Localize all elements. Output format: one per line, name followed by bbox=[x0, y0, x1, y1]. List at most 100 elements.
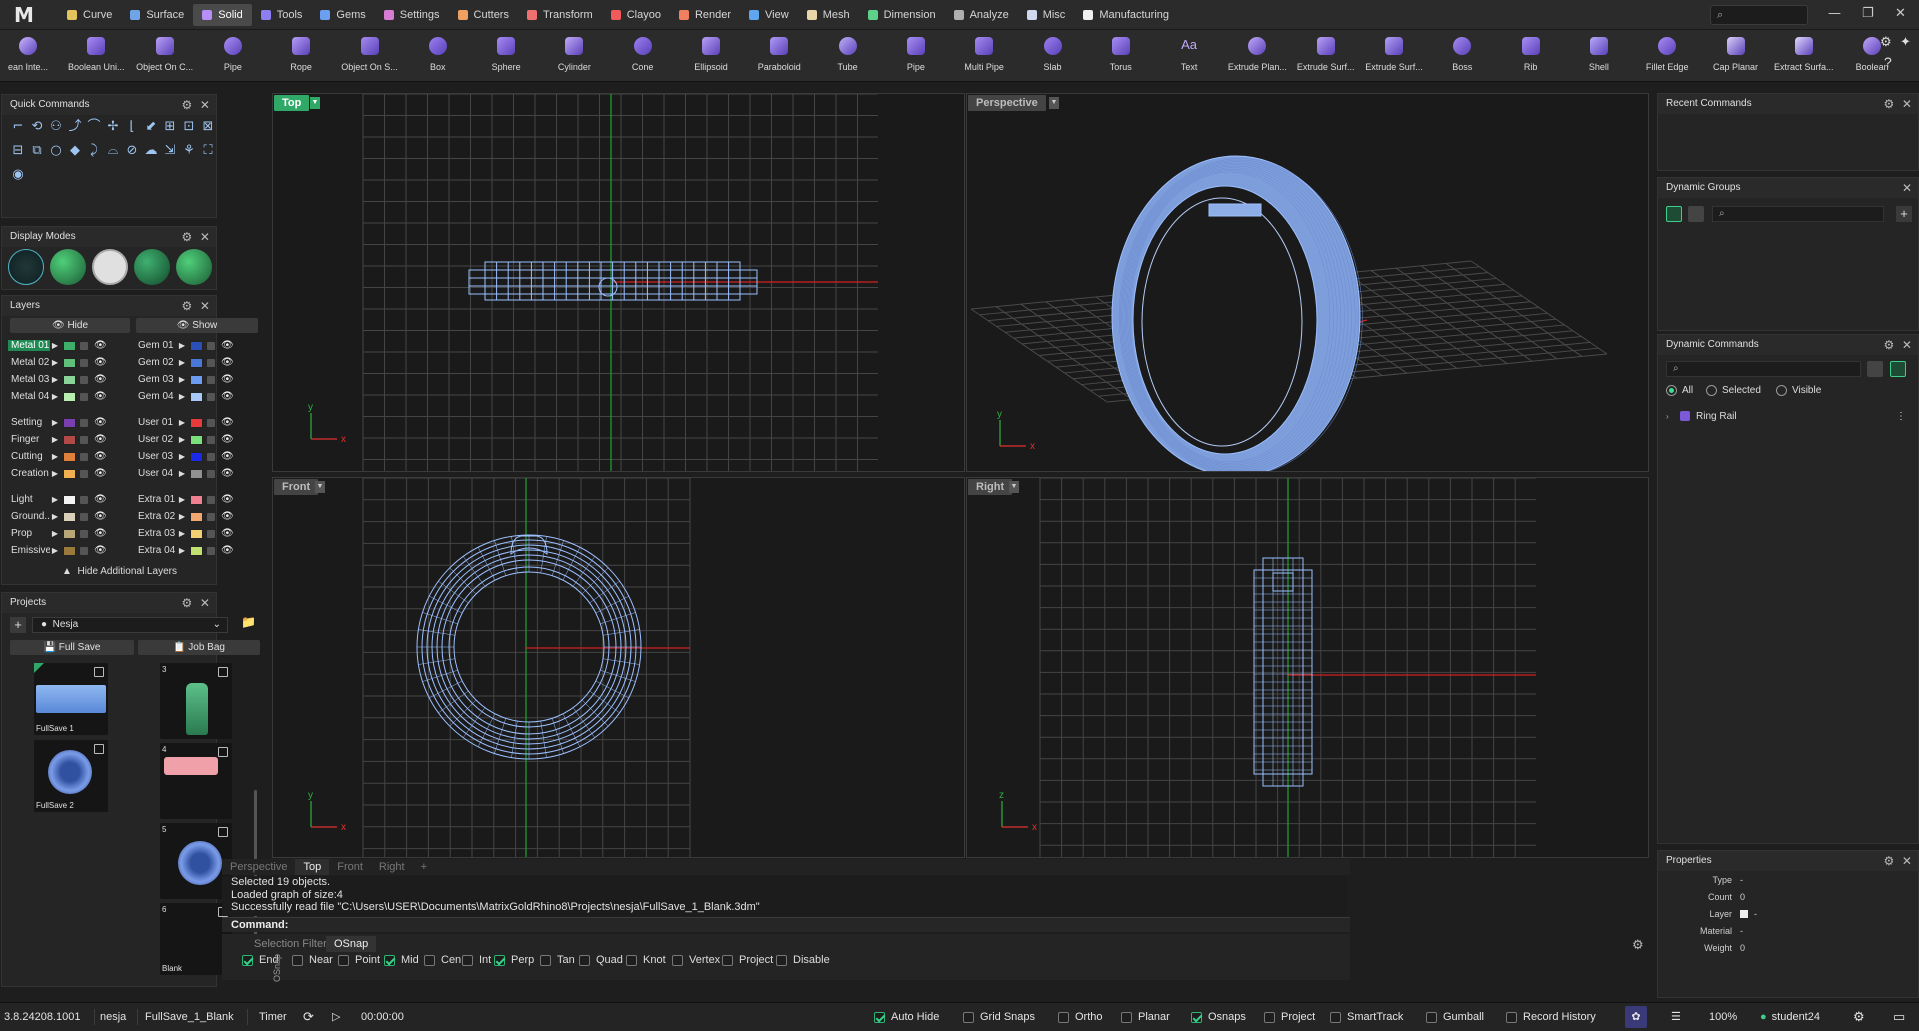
panel-controls[interactable]: ⚙ ✕ bbox=[182, 95, 210, 115]
tool-sphere[interactable]: Sphere bbox=[472, 33, 540, 81]
more-icon[interactable]: ⋮ bbox=[1896, 411, 1906, 422]
osnap-perp[interactable]: Perp bbox=[494, 954, 534, 966]
lock-icon[interactable] bbox=[80, 529, 88, 538]
layer-color[interactable] bbox=[190, 417, 203, 428]
tool-shell[interactable]: Shell bbox=[1565, 33, 1633, 81]
toggle-gumball[interactable]: Gumball bbox=[1426, 1003, 1484, 1031]
project-thumbnail[interactable]: FullSave 2 bbox=[34, 740, 108, 812]
scale-icon[interactable]: ⬋ bbox=[143, 119, 159, 135]
checkbox[interactable] bbox=[462, 954, 473, 966]
layer-color[interactable] bbox=[63, 434, 76, 445]
osnap-point[interactable]: Point bbox=[338, 954, 380, 966]
radio-button[interactable] bbox=[1706, 385, 1717, 396]
tool-pipe[interactable]: Pipe bbox=[199, 33, 267, 81]
project-thumbnail[interactable]: 3 bbox=[160, 663, 232, 739]
viewport-perspective[interactable]: xy Perspective ▼ bbox=[966, 93, 1649, 472]
play-icon[interactable]: ▶ bbox=[177, 392, 187, 401]
tool-text[interactable]: Aa Text bbox=[1155, 33, 1223, 81]
osnap-knot[interactable]: Knot bbox=[626, 954, 666, 966]
copy-icon[interactable]: ⧉ bbox=[29, 143, 45, 159]
add-group-icon[interactable]: + bbox=[1896, 206, 1912, 222]
lock-icon[interactable] bbox=[207, 546, 215, 555]
shaded-mode-icon[interactable] bbox=[50, 249, 86, 285]
radio-button[interactable] bbox=[1776, 385, 1787, 396]
rotate-icon[interactable]: ⟲ bbox=[29, 119, 45, 135]
filter-all[interactable]: All bbox=[1666, 385, 1693, 396]
search-input[interactable]: ⌕ bbox=[1710, 5, 1808, 25]
lock-icon[interactable] bbox=[80, 418, 88, 427]
job-bag-button[interactable]: 📋 Job Bag bbox=[138, 640, 260, 655]
play-icon[interactable]: ▶ bbox=[177, 546, 187, 555]
layer-row[interactable]: Finger ▶ 👁 bbox=[8, 432, 107, 447]
arc-icon[interactable]: ⌒ bbox=[86, 119, 102, 135]
lock-icon[interactable] bbox=[80, 392, 88, 401]
plugin-icon[interactable]: ✿ bbox=[1625, 1006, 1647, 1028]
layer-name[interactable]: Metal 03 bbox=[8, 374, 50, 385]
layer-name[interactable]: Light bbox=[8, 494, 50, 505]
tab-right[interactable]: Right bbox=[371, 859, 413, 875]
bouquet-icon[interactable]: ⚘ bbox=[181, 143, 197, 159]
eye-icon[interactable]: 👁 bbox=[94, 511, 107, 522]
checkbox[interactable] bbox=[874, 1011, 885, 1023]
layer-name[interactable]: Gem 01 bbox=[135, 340, 177, 351]
play-icon[interactable]: ▶ bbox=[50, 512, 60, 521]
eye-icon[interactable]: 👁 bbox=[221, 434, 234, 445]
tool-extrude-surface[interactable]: Extrude Surf... bbox=[1360, 33, 1428, 81]
layer-color[interactable] bbox=[190, 434, 203, 445]
save-icon[interactable] bbox=[218, 667, 228, 677]
show-layers-button[interactable]: 👁 Show bbox=[136, 318, 258, 333]
minimize-button[interactable]: — bbox=[1828, 6, 1841, 21]
lock-icon[interactable] bbox=[207, 512, 215, 521]
menu-misc[interactable]: Misc bbox=[1018, 4, 1075, 26]
radio-button[interactable] bbox=[1666, 385, 1677, 396]
close-button[interactable]: ✕ bbox=[1895, 6, 1906, 21]
menu-gems[interactable]: Gems bbox=[311, 4, 374, 26]
layer-row[interactable]: Gem 04 ▶ 👁 bbox=[135, 389, 234, 404]
layer-row[interactable]: Extra 02 ▶ 👁 bbox=[135, 509, 234, 524]
eye-icon[interactable]: 👁 bbox=[221, 511, 234, 522]
tool-ellipsoid[interactable]: Ellipsoid bbox=[677, 33, 745, 81]
viewport-front[interactable]: xy Front ▼ bbox=[272, 477, 965, 858]
layer-name[interactable]: Creation bbox=[8, 468, 50, 479]
play-icon[interactable]: ▶ bbox=[50, 392, 60, 401]
panel-controls[interactable]: ⚙ ✕ bbox=[182, 593, 210, 613]
menu-solid[interactable]: Solid bbox=[193, 4, 252, 26]
checkbox[interactable] bbox=[626, 954, 637, 966]
list-item[interactable]: › Ring Rail ⋮ bbox=[1666, 408, 1912, 424]
menu-surface[interactable]: Surface bbox=[121, 4, 193, 26]
checkbox[interactable] bbox=[1264, 1011, 1275, 1023]
diamond-icon[interactable]: ◆ bbox=[67, 143, 83, 159]
layer-row[interactable]: Metal 04 ▶ 👁 bbox=[8, 389, 107, 404]
viewport-top[interactable]: xy Top ▼ bbox=[272, 93, 965, 472]
layer-row[interactable]: Light ▶ 👁 bbox=[8, 492, 107, 507]
layer-color[interactable] bbox=[63, 511, 76, 522]
eye-icon[interactable]: 👁 bbox=[94, 391, 107, 402]
layer-row[interactable]: User 04 ▶ 👁 bbox=[135, 466, 234, 481]
tool-boolean[interactable]: Boolean bbox=[1838, 33, 1906, 81]
menu-cutters[interactable]: Cutters bbox=[449, 4, 518, 26]
tool-boolean-union[interactable]: Boolean Uni... bbox=[62, 33, 130, 81]
lock-icon[interactable] bbox=[207, 529, 215, 538]
layer-row[interactable]: Extra 03 ▶ 👁 bbox=[135, 526, 234, 541]
layer-name[interactable]: Metal 02 bbox=[8, 357, 50, 368]
play-icon[interactable]: ▶ bbox=[177, 495, 187, 504]
osnap-disable[interactable]: Disable bbox=[776, 954, 830, 966]
menu-render[interactable]: Render bbox=[670, 4, 740, 26]
zoom-level[interactable]: 100% bbox=[1709, 1003, 1737, 1031]
menu-analyze[interactable]: Analyze bbox=[945, 4, 1018, 26]
layer-name[interactable]: Cutting bbox=[8, 451, 50, 462]
layer-name[interactable]: Finger bbox=[8, 434, 50, 445]
corner-icon[interactable]: ⌊ bbox=[124, 119, 140, 135]
chevron-down-icon[interactable]: ▼ bbox=[1009, 481, 1019, 493]
list-icon[interactable]: ☰ bbox=[1671, 1003, 1681, 1031]
eye-icon[interactable]: 👁 bbox=[94, 417, 107, 428]
layer-name[interactable]: Metal 01 bbox=[8, 340, 50, 351]
layer-color[interactable] bbox=[190, 528, 203, 539]
tab-osnap[interactable]: OSnap bbox=[326, 936, 377, 952]
lock-icon[interactable] bbox=[80, 546, 88, 555]
viewport-label-right[interactable]: Right bbox=[968, 479, 1013, 495]
settings-icon[interactable]: ⚙ bbox=[1853, 1003, 1865, 1031]
tool-intersect[interactable]: ean Inte... bbox=[0, 33, 62, 81]
eye-icon[interactable]: 👁 bbox=[94, 545, 107, 556]
checkbox[interactable] bbox=[384, 954, 395, 966]
